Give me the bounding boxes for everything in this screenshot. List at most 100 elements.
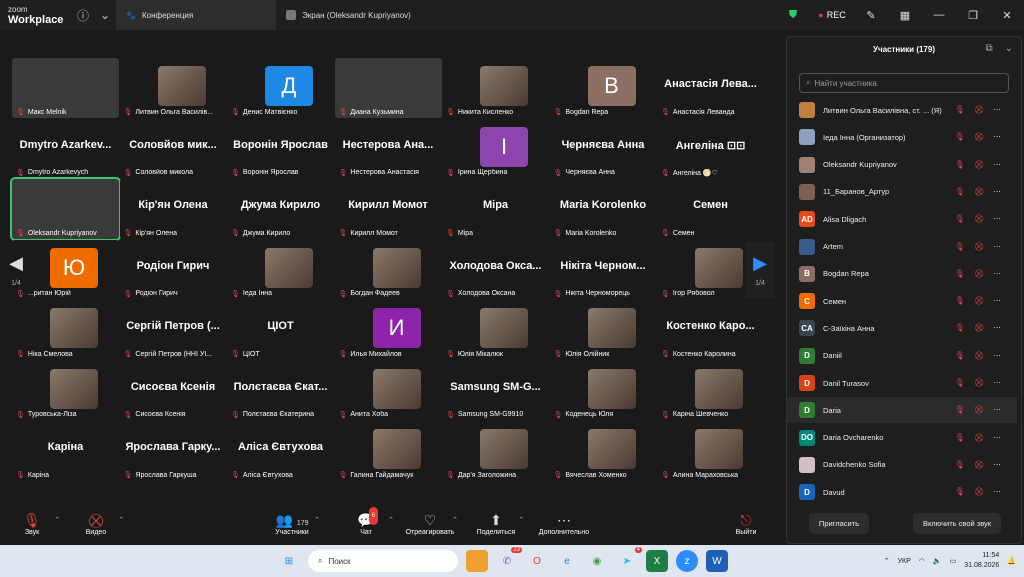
participant-tile[interactable]: 🎙 Каріна Шевченко	[657, 360, 764, 421]
participant-tile[interactable]: Воронін Ярослав 🎙 Воронін Ярослав	[227, 118, 334, 179]
participant-tile[interactable]: Д 🎙 Денис Матвієнко	[227, 58, 334, 118]
participant-tile[interactable]: 🎙 Никита Кисленко	[442, 58, 549, 118]
chevron-up-icon[interactable]: ⌃	[118, 516, 124, 524]
participant-tile[interactable]: Dmytro Azarkev... 🎙 Dmytro Azarkevych	[12, 118, 119, 179]
more-icon[interactable]: ⋯	[993, 351, 1001, 361]
participant-tile[interactable]: Ангеліна ⊡⊡ 🎙 Ангеліна 🌕♡	[657, 118, 764, 179]
participant-tile[interactable]: B 🎙 Bogdan Repa	[549, 58, 657, 118]
more-icon[interactable]: ⋯	[993, 242, 1001, 252]
chevron-up-icon[interactable]: ⌃	[452, 516, 458, 524]
chevron-down-icon[interactable]: ⌄	[94, 0, 116, 30]
participant-tile[interactable]: 🎙 Туровська-Ліза	[12, 360, 119, 421]
language-indicator[interactable]: УКР	[898, 558, 911, 565]
participant-tile[interactable]: Родіон Гирич 🎙 Родіон Гирич	[119, 239, 227, 300]
chevron-up-icon[interactable]: ⌃	[518, 516, 524, 524]
more-icon[interactable]: ⋯	[993, 132, 1001, 142]
more-icon[interactable]: ⋯	[993, 433, 1001, 443]
chevron-up-icon[interactable]: ⌃	[884, 557, 890, 565]
participant-row[interactable]: D Daniil 🎙 ⛒ ⋯	[787, 343, 1017, 369]
video-button[interactable]: ⛒ Видео ⌃	[66, 511, 126, 536]
participant-tile[interactable]: 🎙 Юлія Олійник	[549, 300, 657, 360]
participant-tile[interactable]: Соловйов мик... 🎙 Соловйов микола	[119, 118, 227, 179]
more-icon[interactable]: ⋯	[993, 487, 1001, 497]
more-icon[interactable]: ⋯	[993, 405, 1001, 415]
magic-wand-icon[interactable]: ✎	[854, 0, 888, 30]
participant-row[interactable]: D Davud 🎙 ⛒ ⋯	[787, 479, 1017, 505]
participant-row[interactable]: Oleksandr Kupriyanov 🎙 ⛒ ⋯	[787, 152, 1017, 178]
participant-tile[interactable]: И 🎙 Илья Михайлов	[334, 300, 442, 360]
telegram-icon[interactable]: ➤ 4	[616, 547, 642, 572]
opera-icon[interactable]: O	[526, 550, 548, 572]
more-icon[interactable]: ⋯	[993, 160, 1001, 170]
participant-tile[interactable]: 🎙 Анита Хоба	[334, 360, 442, 421]
participant-tile[interactable]: 🎙 Галина Гайдамачук	[334, 421, 442, 481]
participant-row[interactable]: B Bogdan Repa 🎙 ⛒ ⋯	[787, 261, 1017, 287]
participant-tile[interactable]: Ярослава Гарку... 🎙 Ярослава Гаркуша	[119, 421, 227, 481]
file-explorer-icon[interactable]	[466, 550, 488, 572]
participant-row[interactable]: Іеда Інна (Организатор) 🎙 ⛒ ⋯	[787, 124, 1017, 150]
participant-row[interactable]: Artem 🎙 ⛒ ⋯	[787, 234, 1017, 260]
participant-tile[interactable]: Холодова Окса... 🎙 Холодова Оксана	[442, 239, 549, 300]
taskbar-search[interactable]: ⌕ Поиск	[308, 550, 458, 572]
chat-button[interactable]: 💬 6 Чат ⌃	[336, 507, 396, 536]
participant-row[interactable]: Davidchenko Sofia 🎙 ⛒ ⋯	[787, 452, 1017, 478]
more-button[interactable]: ⋯ Дополнительно	[534, 511, 594, 536]
tab-meeting[interactable]: 🐾 Конференция	[116, 0, 276, 30]
leave-button[interactable]: ⎋ Выйти	[716, 511, 776, 536]
participant-row[interactable]: D Danil Turasov 🎙 ⛒ ⋯	[787, 370, 1017, 396]
participant-row[interactable]: D Daria 🎙 ⛒ ⋯	[787, 397, 1017, 424]
next-page-button[interactable]: ▶ 1/4	[746, 242, 774, 298]
unmute-me-button[interactable]: Включить свой звук	[912, 512, 1002, 534]
close-icon[interactable]: ⌄	[1005, 43, 1013, 54]
shield-icon[interactable]: ⛊	[776, 0, 810, 30]
more-icon[interactable]: ⋯	[993, 460, 1001, 470]
more-icon[interactable]: ⋯	[993, 296, 1001, 306]
participant-tile[interactable]: 🎙 Коденець Юля	[549, 360, 657, 421]
record-button[interactable]: ● REC	[810, 10, 854, 20]
participant-tile[interactable]: Сергій Петров (... 🎙 Сергій Петров (ННІ УІ…	[119, 300, 227, 360]
participant-tile[interactable]: Аліса Євтухова 🎙 Аліса Євтухова	[227, 421, 334, 481]
tab-screen-share[interactable]: Экран (Oleksandr Kupriyanov)	[276, 0, 421, 30]
prev-page-button[interactable]: ◀ 1/4	[2, 242, 30, 298]
participant-tile[interactable]: Джума Кирило 🎙 Джума Кирило	[227, 179, 334, 239]
restore-icon[interactable]: ❐	[956, 0, 990, 30]
word-icon[interactable]: W	[706, 550, 728, 572]
chrome-icon[interactable]: ◉	[586, 550, 608, 572]
participant-tile[interactable]: Кір'ян Олена 🎙 Кір'ян Олена	[119, 179, 227, 239]
participant-tile[interactable]: ЦІОТ 🎙 ЦІОТ	[227, 300, 334, 360]
participant-tile[interactable]: Полєтаєва Єкат... 🎙 Полєтаєва Єкатерина	[227, 360, 334, 421]
participant-tile[interactable]: 🎙 Вячеслав Хоменко	[549, 421, 657, 481]
participant-tile[interactable]: І 🎙 Ірина Щербина	[442, 118, 549, 179]
volume-icon[interactable]: 🔈	[933, 557, 942, 565]
audio-button[interactable]: 🎙 Звук ⌃	[2, 511, 62, 536]
wifi-icon[interactable]: ◠	[919, 557, 925, 565]
info-icon[interactable]: ⓘ	[72, 0, 94, 30]
minimize-icon[interactable]: —	[922, 0, 956, 30]
excel-icon[interactable]: X	[646, 550, 668, 572]
chevron-up-icon[interactable]: ⌃	[54, 516, 60, 524]
participant-search-input[interactable]: ⌕ Найти участника	[799, 73, 1009, 93]
start-icon[interactable]: ⊞	[278, 550, 300, 572]
participant-row[interactable]: DO Daria Ovcharenko 🎙 ⛒ ⋯	[787, 425, 1017, 451]
participant-tile[interactable]: Семен 🎙 Семен	[657, 179, 764, 239]
participant-tile[interactable]: 🎙 Юлія Мікалюк	[442, 300, 549, 360]
close-icon[interactable]: ✕	[990, 0, 1024, 30]
participant-tile[interactable]: 🎙 Литвин Ольга Василів...	[119, 58, 227, 118]
more-icon[interactable]: ⋯	[993, 378, 1001, 388]
battery-icon[interactable]: ▭	[950, 557, 957, 565]
more-icon[interactable]: ⋯	[993, 323, 1001, 333]
participant-tile[interactable]: Maria Korolenko 🎙 Maria Korolenko	[549, 179, 657, 239]
participant-tile[interactable]: 🎙 Дар'я Заголожина	[442, 421, 549, 481]
participant-tile[interactable]: Анастасія Лева... 🎙 Анастасія Леванда	[657, 58, 764, 118]
participant-tile[interactable]: Samsung SM-G... 🎙 Samsung SM-G9910	[442, 360, 549, 421]
participant-tile[interactable]: Кирилл Момот 🎙 Кирилл Момот	[334, 179, 442, 239]
participant-tile[interactable]: 🎙 Диана Кузьмина	[334, 58, 442, 118]
participant-row[interactable]: AD Alisa Dligach 🎙 ⛒ ⋯	[787, 206, 1017, 232]
participant-tile[interactable]: 🎙 Алина Мараховська	[657, 421, 764, 481]
participant-tile[interactable]: Нікіта Черном... 🎙 Нікіта Черноморець	[549, 239, 657, 300]
popout-icon[interactable]: ⧉	[985, 43, 992, 54]
participant-tile[interactable]: Сисоєва Ксенія 🎙 Сисоєва Ксенія	[119, 360, 227, 421]
chevron-up-icon[interactable]: ⌃	[314, 516, 320, 524]
participant-tile[interactable]: Костенко Каро... 🎙 Костенко Каролина	[657, 300, 764, 360]
participant-tile[interactable]: Каріна 🎙 Каріна	[12, 421, 119, 481]
